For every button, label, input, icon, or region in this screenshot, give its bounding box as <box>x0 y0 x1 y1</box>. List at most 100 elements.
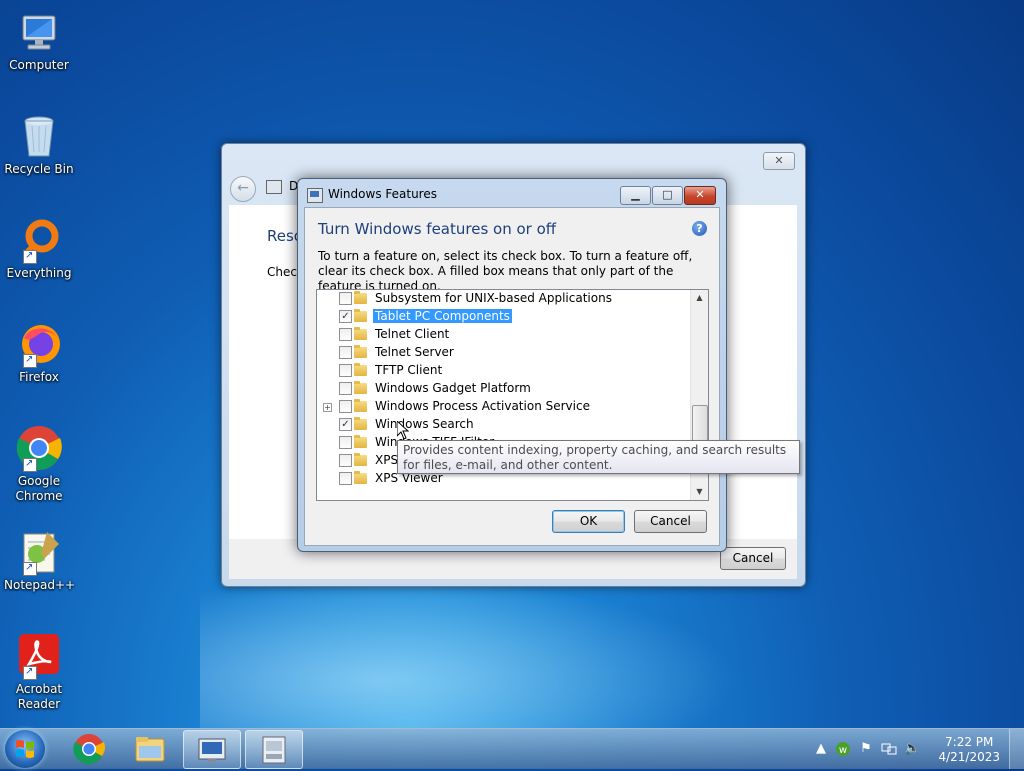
explorer-icon <box>135 737 165 762</box>
folder-icon <box>354 435 367 448</box>
clock-date: 4/21/2023 <box>938 750 1000 764</box>
feature-checkbox[interactable] <box>339 328 352 341</box>
folder-icon <box>354 399 367 412</box>
clock-time: 7:22 PM <box>945 735 994 749</box>
desktop-icon-notepadpp[interactable]: Notepad++ <box>4 528 75 593</box>
folder-icon <box>354 453 367 466</box>
window-app-icon <box>266 180 282 194</box>
folder-icon <box>354 363 367 376</box>
folder-icon <box>354 309 367 322</box>
ok-button[interactable]: OK <box>552 510 625 533</box>
feature-row[interactable]: Telnet Server <box>317 344 690 362</box>
feature-tooltip: Provides content indexing, property cach… <box>397 440 800 474</box>
feature-row[interactable]: Subsystem for UNIX-based Applications <box>317 290 690 308</box>
feature-label: Telnet Client <box>375 327 450 341</box>
start-button[interactable] <box>5 730 45 768</box>
chrome-icon <box>73 734 105 765</box>
maximize-button[interactable]: □ <box>652 186 683 205</box>
feature-checkbox[interactable]: ✓ <box>339 418 352 431</box>
expand-icon[interactable]: + <box>323 403 332 412</box>
feature-checkbox[interactable] <box>339 454 352 467</box>
windows-features-icon <box>262 736 286 764</box>
feature-row[interactable]: ✓ Windows Search <box>317 416 690 434</box>
folder-icon <box>354 381 367 394</box>
back-arrow-icon: ← <box>237 180 249 196</box>
shortcut-arrow-icon <box>23 560 37 576</box>
desktop-icon-firefox[interactable]: Firefox <box>4 320 74 385</box>
feature-checkbox[interactable] <box>339 364 352 377</box>
show-hidden-icons-icon[interactable]: ▲ <box>813 741 829 757</box>
desktop-icon-chrome[interactable]: Google Chrome <box>4 424 74 504</box>
feature-checkbox[interactable] <box>339 472 352 485</box>
feature-checkbox[interactable] <box>339 400 352 413</box>
dialog-title: Windows Features <box>328 187 437 201</box>
show-desktop-button[interactable] <box>1009 729 1024 769</box>
windows-features-dialog: Windows Features ▁ □ ✕ Turn Windows feat… <box>297 178 727 552</box>
feature-checkbox[interactable] <box>339 436 352 449</box>
feature-label: Windows Search <box>375 417 474 431</box>
acrobat-icon <box>15 632 63 680</box>
shortcut-arrow-icon <box>23 352 37 368</box>
scroll-down-icon[interactable]: ▼ <box>691 484 708 500</box>
everything-icon <box>15 216 63 264</box>
close-button[interactable]: ✕ <box>684 186 716 205</box>
control-panel-icon <box>198 738 226 762</box>
close-icon: ✕ <box>774 154 784 167</box>
feature-checkbox[interactable] <box>339 292 352 305</box>
wps-icon[interactable]: w <box>835 741 851 757</box>
cancel-button[interactable]: Cancel <box>634 510 707 533</box>
desktop-icon-label: Acrobat Reader <box>15 682 63 711</box>
feature-label: Windows Gadget Platform <box>375 381 531 395</box>
taskbar-chrome[interactable] <box>61 730 117 767</box>
maximize-icon: □ <box>662 188 673 201</box>
computer-icon <box>15 8 63 56</box>
folder-icon <box>354 471 367 484</box>
feature-row[interactable]: Telnet Client <box>317 326 690 344</box>
taskbar-explorer[interactable] <box>122 730 178 767</box>
minimize-button[interactable]: ▁ <box>620 186 651 205</box>
clock[interactable]: 7:22 PM 4/21/2023 <box>938 735 1000 765</box>
network-icon[interactable] <box>881 741 897 757</box>
folder-icon <box>354 345 367 358</box>
desktop-icon-recycle-bin[interactable]: Recycle Bin <box>4 112 74 177</box>
feature-row[interactable]: + Windows Process Activation Service <box>317 398 690 416</box>
background-cancel-button[interactable]: Cancel <box>720 547 786 570</box>
dialog-body: Turn Windows features on or off ? To tur… <box>304 207 720 546</box>
volume-icon[interactable]: 🔈 <box>904 741 920 757</box>
taskbar-control-panel[interactable] <box>183 730 241 769</box>
firefox-icon <box>15 320 63 368</box>
dialog-heading: Turn Windows features on or off <box>318 220 557 238</box>
desktop-icon-label: Firefox <box>19 370 59 384</box>
action-center-flag-icon[interactable]: ⚑ <box>858 741 874 757</box>
feature-checkbox[interactable]: ✓ <box>339 310 352 323</box>
back-button[interactable]: ← <box>230 176 256 202</box>
taskbar-windows-features[interactable] <box>245 730 303 769</box>
chrome-icon <box>15 424 63 472</box>
taskbar: ▲ w ⚑ 🔈 7:22 PM 4/21/2023 <box>0 728 1024 769</box>
feature-label: TFTP Client <box>375 363 443 377</box>
desktop-icon-acrobat[interactable]: Acrobat Reader <box>4 632 74 712</box>
system-tray: ▲ w ⚑ 🔈 7:22 PM 4/21/2023 <box>809 729 1024 769</box>
desktop-icon-label: Recycle Bin <box>4 162 74 176</box>
folder-icon <box>354 291 367 304</box>
close-button[interactable]: ✕ <box>763 152 795 170</box>
feature-row[interactable]: TFTP Client <box>317 362 690 380</box>
folder-icon <box>354 327 367 340</box>
close-icon: ✕ <box>695 188 705 201</box>
folder-icon <box>354 417 367 430</box>
scroll-up-icon[interactable]: ▲ <box>691 290 708 306</box>
feature-label: Subsystem for UNIX-based Applications <box>375 291 612 305</box>
notepadpp-icon <box>15 528 63 576</box>
shortcut-arrow-icon <box>23 248 37 264</box>
desktop-icon-computer[interactable]: Computer <box>4 8 74 73</box>
feature-row[interactable]: ✓ Tablet PC Components <box>317 308 690 326</box>
recycle-bin-icon <box>15 112 63 160</box>
help-icon[interactable]: ? <box>692 221 707 236</box>
shortcut-arrow-icon <box>23 456 37 472</box>
feature-checkbox[interactable] <box>339 382 352 395</box>
feature-checkbox[interactable] <box>339 346 352 359</box>
desktop-icon-everything[interactable]: Everything <box>4 216 74 281</box>
feature-row[interactable]: Windows Gadget Platform <box>317 380 690 398</box>
minimize-icon: ▁ <box>631 188 640 201</box>
desktop-icon-label: Google Chrome <box>15 474 63 503</box>
